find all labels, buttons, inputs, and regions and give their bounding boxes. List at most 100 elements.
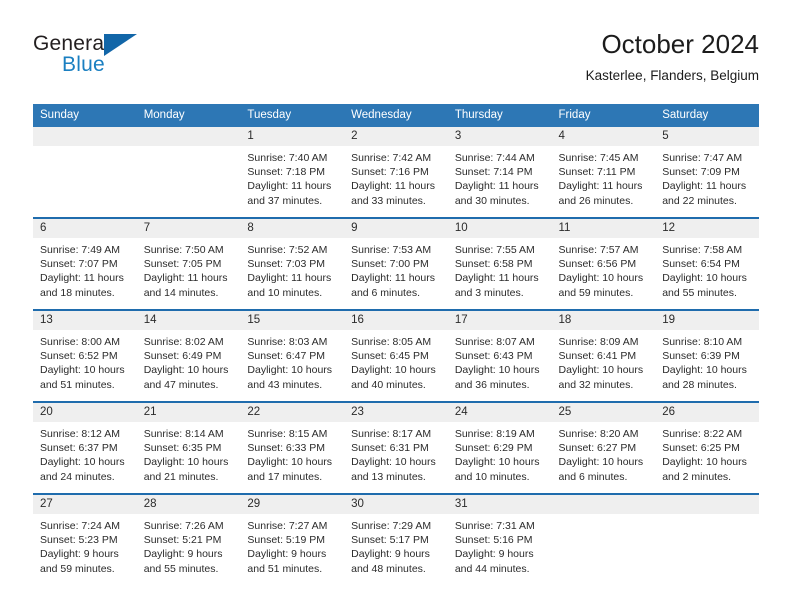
daylight-text-line2: and 51 minutes. — [40, 378, 115, 391]
day-cell[interactable]: 31 Sunrise: 7:31 AM Sunset: 5:16 PM Dayligh… — [447, 493, 552, 585]
daylight-text-line1: Daylight: 11 hours — [558, 180, 643, 193]
day-cell[interactable]: 4 Sunrise: 7:45 AM Sunset: 7:11 PM Daylight… — [551, 127, 656, 218]
daylight-text-line1: Daylight: 10 hours — [143, 364, 229, 377]
day-cell[interactable]: 3 Sunrise: 7:44 AM Sunset: 7:14 PM Daylight… — [447, 127, 552, 218]
day-cell[interactable]: 30 Sunrise: 7:29 AM Sunset: 5:17 PM Dayligh… — [344, 493, 448, 585]
day-cell[interactable]: 21 Sunrise: 8:14 AM Sunset: 6:35 PM Dayligh… — [136, 401, 241, 494]
daylight-text-line1: Daylight: 10 hours — [40, 364, 125, 377]
sunrise-text: Sunrise: 8:07 AM — [454, 336, 535, 348]
day-details: Sunrise: 8:19 AM Sunset: 6:29 PM Daylight:… — [448, 422, 552, 484]
day-details: Sunrise: 8:09 AM Sunset: 6:41 PM Daylight:… — [552, 330, 656, 392]
day-cell[interactable] — [551, 493, 656, 585]
day-details: Sunrise: 8:20 AM Sunset: 6:27 PM Daylight:… — [552, 422, 656, 484]
day-cell[interactable] — [33, 127, 137, 218]
day-number: 5 — [655, 127, 759, 146]
daylight-text-line2: and 6 minutes. — [351, 286, 420, 299]
daylight-text-line2: and 21 minutes. — [143, 470, 219, 483]
day-cell[interactable]: 27 Sunrise: 7:24 AM Sunset: 5:23 PM Dayligh… — [33, 493, 137, 585]
day-number: 10 — [447, 219, 552, 238]
day-details: Sunrise: 7:31 AM Sunset: 5:16 PM Daylight:… — [448, 514, 552, 576]
sunset-text: Sunset: 7:07 PM — [40, 258, 118, 271]
daylight-text-line2: and 32 minutes. — [558, 378, 634, 391]
general-blue-logo: General Blue — [33, 32, 233, 88]
day-details: Sunrise: 7:24 AM Sunset: 5:23 PM Daylight:… — [33, 514, 137, 576]
sunset-text: Sunset: 6:45 PM — [351, 350, 429, 363]
sunrise-text: Sunrise: 7:31 AM — [454, 520, 535, 532]
day-cell[interactable]: 9 Sunrise: 7:53 AM Sunset: 7:00 PM Daylight… — [344, 217, 448, 310]
daylight-text-line2: and 59 minutes. — [40, 562, 115, 575]
sunrise-text: Sunrise: 8:19 AM — [454, 428, 535, 440]
daylight-text-line2: and 43 minutes. — [247, 378, 323, 391]
day-cell[interactable]: 17 Sunrise: 8:07 AM Sunset: 6:43 PM Dayligh… — [447, 309, 552, 402]
day-number: 21 — [136, 403, 241, 422]
daylight-text-line1: Daylight: 10 hours — [662, 272, 747, 285]
day-details: Sunrise: 7:47 AM Sunset: 7:09 PM Daylight:… — [655, 146, 759, 208]
day-details: Sunrise: 8:22 AM Sunset: 6:25 PM Daylight:… — [655, 422, 759, 484]
day-cell[interactable]: 14 Sunrise: 8:02 AM Sunset: 6:49 PM Dayligh… — [136, 309, 241, 402]
daylight-text-line1: Daylight: 9 hours — [40, 548, 119, 561]
sunset-text: Sunset: 6:47 PM — [247, 350, 326, 363]
sunset-text: Sunset: 6:31 PM — [351, 442, 429, 455]
day-cell[interactable]: 7 Sunrise: 7:50 AM Sunset: 7:05 PM Daylight… — [136, 217, 241, 310]
day-cell[interactable] — [136, 127, 241, 218]
weekday-header-friday: Friday — [551, 104, 656, 127]
sunset-text: Sunset: 6:54 PM — [662, 258, 740, 271]
day-cell[interactable]: 20 Sunrise: 8:12 AM Sunset: 6:37 PM Dayligh… — [33, 401, 137, 494]
day-cell[interactable]: 15 Sunrise: 8:03 AM Sunset: 6:47 PM Dayligh… — [240, 309, 345, 402]
daylight-text-line2: and 30 minutes. — [454, 194, 530, 207]
daylight-text-line1: Daylight: 10 hours — [558, 364, 644, 377]
day-cell[interactable]: 29 Sunrise: 7:27 AM Sunset: 5:19 PM Dayligh… — [240, 493, 345, 585]
daylight-text-line2: and 26 minutes. — [558, 194, 634, 207]
day-cell[interactable]: 13 Sunrise: 8:00 AM Sunset: 6:52 PM Dayligh… — [33, 309, 137, 402]
day-details: Sunrise: 8:05 AM Sunset: 6:45 PM Daylight:… — [344, 330, 448, 392]
day-cell[interactable]: 8 Sunrise: 7:52 AM Sunset: 7:03 PM Daylight… — [240, 217, 345, 310]
day-cell[interactable]: 25 Sunrise: 8:20 AM Sunset: 6:27 PM Dayligh… — [551, 401, 656, 494]
day-cell[interactable]: 10 Sunrise: 7:55 AM Sunset: 6:58 PM Dayligh… — [447, 217, 552, 310]
sunset-text: Sunset: 7:05 PM — [143, 258, 222, 271]
daylight-text-line1: Daylight: 11 hours — [662, 180, 747, 193]
sunrise-text: Sunrise: 7:42 AM — [351, 152, 432, 164]
day-cell[interactable]: 24 Sunrise: 8:19 AM Sunset: 6:29 PM Dayligh… — [447, 401, 552, 494]
location-subtitle: Kasterlee, Flanders, Belgium — [585, 68, 759, 83]
day-cell[interactable]: 26 Sunrise: 8:22 AM Sunset: 6:25 PM Dayligh… — [655, 401, 759, 494]
day-cell[interactable]: 1 Sunrise: 7:40 AM Sunset: 7:18 PM Daylight… — [240, 127, 345, 218]
daylight-text-line1: Daylight: 11 hours — [40, 272, 124, 285]
sunrise-text: Sunrise: 7:44 AM — [454, 152, 535, 164]
day-details — [655, 514, 759, 519]
day-cell[interactable]: 16 Sunrise: 8:05 AM Sunset: 6:45 PM Dayligh… — [344, 309, 448, 402]
day-cell[interactable]: 12 Sunrise: 7:58 AM Sunset: 6:54 PM Dayligh… — [655, 217, 759, 310]
day-cell[interactable]: 18 Sunrise: 8:09 AM Sunset: 6:41 PM Dayligh… — [551, 309, 656, 402]
sunrise-text: Sunrise: 8:14 AM — [143, 428, 224, 440]
day-number: 23 — [344, 403, 448, 422]
day-details: Sunrise: 8:03 AM Sunset: 6:47 PM Daylight:… — [240, 330, 344, 392]
day-number: 25 — [551, 403, 656, 422]
day-details: Sunrise: 7:50 AM Sunset: 7:05 PM Daylight:… — [137, 238, 241, 300]
day-cell[interactable]: 2 Sunrise: 7:42 AM Sunset: 7:16 PM Daylight… — [344, 127, 448, 218]
day-number — [33, 127, 137, 146]
day-number: 17 — [447, 311, 552, 330]
day-number: 9 — [344, 219, 448, 238]
day-cell[interactable]: 19 Sunrise: 8:10 AM Sunset: 6:39 PM Dayligh… — [655, 309, 759, 402]
sunset-text: Sunset: 7:14 PM — [454, 166, 533, 179]
sunrise-text: Sunrise: 8:15 AM — [247, 428, 328, 440]
sunrise-text: Sunrise: 7:45 AM — [558, 152, 639, 164]
day-cell[interactable]: 23 Sunrise: 8:17 AM Sunset: 6:31 PM Dayligh… — [344, 401, 448, 494]
daylight-text-line2: and 3 minutes. — [454, 286, 524, 299]
day-cell[interactable] — [655, 493, 759, 585]
day-details: Sunrise: 8:07 AM Sunset: 6:43 PM Daylight:… — [448, 330, 552, 392]
day-number: 4 — [551, 127, 656, 146]
day-cell[interactable]: 6 Sunrise: 7:49 AM Sunset: 7:07 PM Daylight… — [33, 217, 137, 310]
week-row: 1 Sunrise: 7:40 AM Sunset: 7:18 PM Daylight… — [33, 127, 759, 218]
day-details: Sunrise: 7:53 AM Sunset: 7:00 PM Daylight:… — [344, 238, 448, 300]
day-number: 22 — [240, 403, 345, 422]
calendar-body: 1 Sunrise: 7:40 AM Sunset: 7:18 PM Daylight… — [33, 127, 759, 585]
sunrise-text: Sunrise: 8:17 AM — [351, 428, 432, 440]
day-cell[interactable]: 11 Sunrise: 7:57 AM Sunset: 6:56 PM Dayligh… — [551, 217, 656, 310]
day-cell[interactable]: 22 Sunrise: 8:15 AM Sunset: 6:33 PM Dayligh… — [240, 401, 345, 494]
week-row: 27 Sunrise: 7:24 AM Sunset: 5:23 PM Dayligh… — [33, 493, 759, 585]
day-cell[interactable]: 5 Sunrise: 7:47 AM Sunset: 7:09 PM Daylight… — [655, 127, 759, 218]
day-details: Sunrise: 8:15 AM Sunset: 6:33 PM Daylight:… — [240, 422, 344, 484]
weekday-header-monday: Monday — [136, 104, 241, 127]
day-cell[interactable]: 28 Sunrise: 7:26 AM Sunset: 5:21 PM Dayligh… — [136, 493, 241, 585]
daylight-text-line1: Daylight: 10 hours — [662, 364, 747, 377]
